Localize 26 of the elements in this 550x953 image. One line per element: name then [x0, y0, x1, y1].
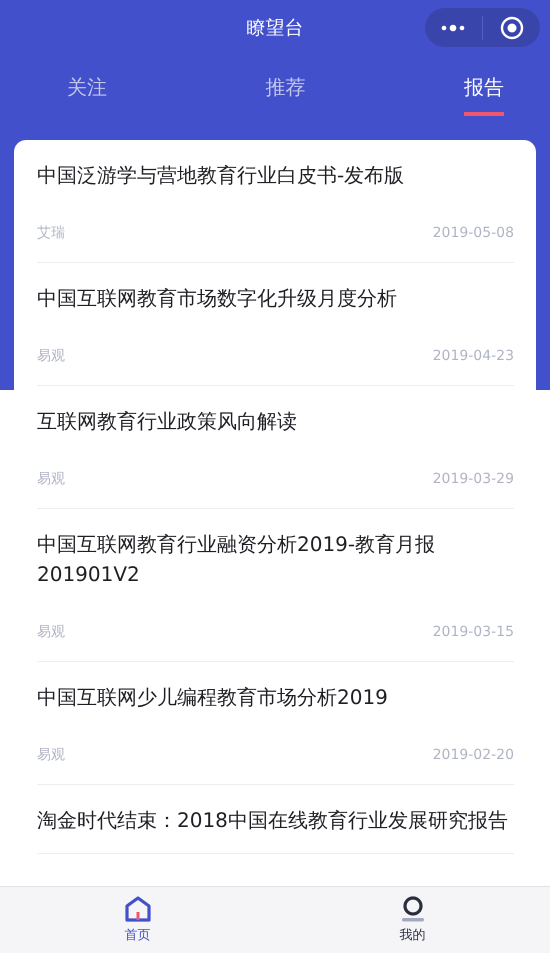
home-icon [124, 896, 152, 922]
tab[interactable]: 关注 [67, 72, 107, 116]
report-source: 易观 [37, 623, 65, 642]
report-date: 2019-03-29 [432, 470, 514, 489]
report-date: 2019-03-15 [432, 623, 514, 642]
window-title: 瞭望台 [246, 16, 304, 41]
report-title[interactable]: 互联网教育行业政策风向解读 [37, 406, 514, 436]
report-source: 易观 [37, 347, 65, 366]
capsule-menu[interactable] [425, 8, 540, 47]
tab[interactable]: 推荐 [266, 72, 306, 116]
report-source: 易观 [37, 470, 65, 489]
report-title[interactable]: 中国泛游学与营地教育行业白皮书-发布版 [37, 160, 514, 190]
tab-bar-item[interactable]: 我的 [275, 887, 550, 953]
report-title[interactable]: 中国互联网少儿编程教育市场分析2019 [37, 682, 514, 712]
report-date: 2019-04-23 [432, 347, 514, 366]
tab-bar-item[interactable]: 首页 [0, 887, 275, 953]
report-source: 易观 [37, 746, 65, 765]
report-date: 2019-05-08 [432, 224, 514, 243]
tab[interactable]: 报告 [464, 72, 504, 116]
report-title[interactable]: 淘金时代结束：2018中国在线教育行业发展研究报告 [37, 805, 514, 835]
report-source: 艾瑞 [37, 224, 65, 243]
more-icon[interactable] [441, 24, 466, 32]
report-title[interactable]: 中国互联网教育市场数字化升级月度分析 [37, 283, 514, 313]
profile-icon [400, 896, 426, 922]
report-title[interactable]: 中国互联网教育行业融资分析2019-教育月报201901V2 [37, 529, 514, 589]
report-date: 2019-02-20 [432, 746, 514, 765]
